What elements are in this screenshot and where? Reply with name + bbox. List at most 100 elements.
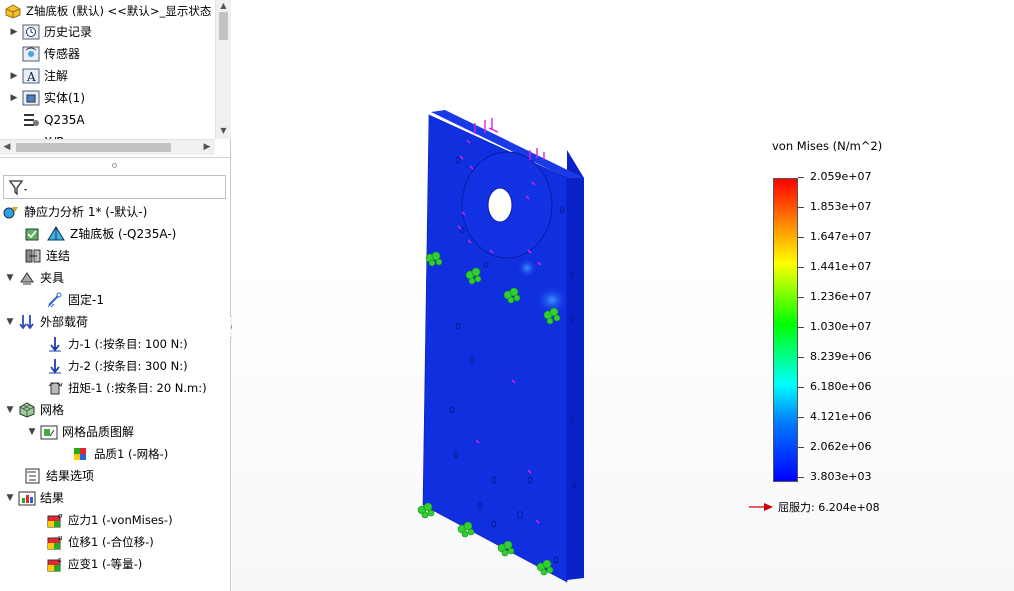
scroll-left-arrow-icon[interactable]: ◀: [0, 140, 14, 155]
tree-item-part[interactable]: Z轴底板 (-Q235A-): [24, 223, 176, 245]
mesh-quality-folder-icon: [40, 424, 58, 440]
tree-item-stress-1[interactable]: σ 应力1 (-vonMises-): [46, 509, 173, 531]
tree-item-history[interactable]: ▶ 历史记录: [8, 21, 92, 43]
displacement-plot-icon: u: [46, 534, 64, 550]
expand-arrow-icon[interactable]: ▶: [8, 65, 20, 87]
tree-vertical-scrollbar[interactable]: ▲ ▼: [215, 0, 231, 139]
tree-item-label: 固定-1: [68, 293, 104, 307]
legend-tick: [798, 357, 804, 358]
expand-arrow-icon[interactable]: ▼: [4, 311, 16, 333]
legend-value-label: 1.236e+07: [810, 290, 872, 303]
tree-item-sensors[interactable]: 传感器: [8, 43, 80, 65]
solid-body-icon: [22, 90, 40, 106]
static-study-icon: [2, 204, 20, 220]
tree-filter-input[interactable]: [3, 175, 226, 199]
filter-funnel-icon[interactable]: [8, 179, 30, 197]
study-static-1[interactable]: 静应力分析 1* (-默认-): [2, 201, 147, 223]
legend-tick: [798, 327, 804, 328]
center-hole: [487, 187, 513, 223]
tree-item-label: 夹具: [40, 271, 65, 285]
stress-plot-model[interactable]: [232, 0, 1014, 591]
tree-item-label: 传感器: [44, 47, 81, 61]
force-arrow-icon: [46, 336, 64, 352]
tree-item-mesh[interactable]: ▼ 网格: [4, 399, 64, 421]
tree-item-quality-1[interactable]: 品质1 (-网格-): [72, 443, 168, 465]
tree-item-label: Z轴底板 (-Q235A-): [70, 227, 177, 241]
results-folder-icon: [18, 490, 36, 506]
tree-item-strain-1[interactable]: ε 应变1 (-等量-): [46, 553, 142, 575]
legend-tick: [798, 417, 804, 418]
scroll-right-arrow-icon[interactable]: ▶: [200, 140, 214, 155]
tree-item-annotations[interactable]: ▶ A 注解: [8, 65, 68, 87]
torque-icon: [46, 380, 64, 396]
tree-root-part[interactable]: Z轴底板 (默认) <<默认>_显示状态: [4, 0, 211, 22]
force-arrow-icon: [46, 358, 64, 374]
connections-icon: [24, 248, 42, 264]
legend-tick: [798, 387, 804, 388]
stress-hotspot: [517, 258, 537, 278]
expand-arrow-icon[interactable]: ▼: [4, 399, 16, 421]
fixtures-icon: [18, 270, 36, 286]
scroll-thumb[interactable]: [219, 12, 228, 40]
legend-tick: [798, 297, 804, 298]
scroll-thumb[interactable]: [16, 143, 171, 152]
mesh-quality-plot-icon: [72, 446, 90, 462]
tree-item-label: 力-1 (:按条目: 100 N:): [68, 337, 188, 351]
tree-item-force-1[interactable]: 力-1 (:按条目: 100 N:): [46, 333, 188, 355]
tree-item-label: 实体(1): [44, 91, 85, 105]
result-options-icon: [24, 468, 42, 484]
tree-item-solid-bodies[interactable]: ▶ 实体(1): [8, 87, 85, 109]
tree-item-result-options[interactable]: 结果选项: [24, 465, 94, 487]
tree-item-label: 力-2 (:按条目: 300 N:): [68, 359, 188, 373]
tree-item-mesh-quality-plot[interactable]: ▼ 网格品质图解: [26, 421, 134, 443]
tree-item-label: 注解: [44, 69, 69, 83]
tree-item-displacement-1[interactable]: u 位移1 (-合位移-): [46, 531, 154, 553]
strain-plot-icon: ε: [46, 556, 64, 572]
tree-item-label: 网格品质图解: [62, 425, 135, 439]
legend-value-label: 3.803e+03: [810, 470, 872, 483]
expand-arrow-icon[interactable]: ▼: [4, 487, 16, 509]
tree-horizontal-scrollbar[interactable]: ◀ ▶: [0, 139, 215, 155]
expand-arrow-icon[interactable]: ▼: [4, 267, 16, 289]
expand-arrow-icon[interactable]: ▼: [26, 421, 38, 443]
expand-arrow-icon[interactable]: ▶: [8, 21, 20, 43]
svg-text:σ: σ: [58, 512, 63, 520]
material-icon: [22, 112, 40, 128]
tree-item-connections[interactable]: 连结: [24, 245, 70, 267]
legend-value-label: 2.059e+07: [810, 170, 872, 183]
external-loads-icon: [18, 314, 36, 330]
tree-item-external-loads[interactable]: ▼ 外部载荷: [4, 311, 88, 333]
yield-arrow-icon: [749, 503, 773, 511]
expand-arrow-icon[interactable]: ▶: [8, 87, 20, 109]
legend-tick: [798, 267, 804, 268]
panel-splitter[interactable]: [0, 157, 230, 172]
legend-value-label: 8.239e+06: [810, 350, 872, 363]
scroll-up-arrow-icon[interactable]: ▲: [216, 0, 231, 12]
graphics-viewport[interactable]: von Mises (N/m^2) 2.059e+07 1.853e+07 1.64…: [232, 0, 1014, 591]
study-label: 静应力分析 1* (-默认-): [24, 205, 148, 219]
scroll-down-arrow-icon[interactable]: ▼: [216, 125, 231, 137]
tree-item-material[interactable]: Q235A: [8, 109, 85, 131]
legend-value-label: 1.030e+07: [810, 320, 872, 333]
solid-body-icon: [46, 226, 66, 242]
feature-tree: Z轴底板 (默认) <<默认>_显示状态 ▶ 历史记录 传感器 ▶ A 注解 ▶: [0, 0, 230, 157]
legend-value-label: 1.441e+07: [810, 260, 872, 273]
part-icon: [4, 3, 22, 19]
tree-root-label: Z轴底板 (默认) <<默认>_显示状态: [26, 4, 212, 18]
legend-tick: [798, 447, 804, 448]
legend-value-label: 2.062e+06: [810, 440, 872, 453]
tree-item-label: 品质1 (-网格-): [94, 447, 169, 461]
tree-item-fixed-1[interactable]: 固定-1: [46, 289, 104, 311]
yield-strength-indicator: 屈服力: 6.204e+08: [748, 499, 880, 515]
tree-item-label: 应变1 (-等量-): [68, 557, 143, 571]
tree-item-force-2[interactable]: 力-2 (:按条目: 300 N:): [46, 355, 188, 377]
tree-item-label: 应力1 (-vonMises-): [68, 513, 173, 527]
tree-item-results[interactable]: ▼ 结果: [4, 487, 64, 509]
tree-item-fixtures[interactable]: ▼ 夹具: [4, 267, 64, 289]
feature-manager-panel: Z轴底板 (默认) <<默认>_显示状态 ▶ 历史记录 传感器 ▶ A 注解 ▶: [0, 0, 231, 591]
plate-side-face: [567, 150, 584, 580]
tree-item-label: 位移1 (-合位移-): [68, 535, 154, 549]
svg-text:u: u: [58, 534, 63, 542]
tree-item-torque-1[interactable]: 扭矩-1 (:按条目: 20 N.m:): [46, 377, 207, 399]
tree-item-label: 网格: [40, 403, 65, 417]
